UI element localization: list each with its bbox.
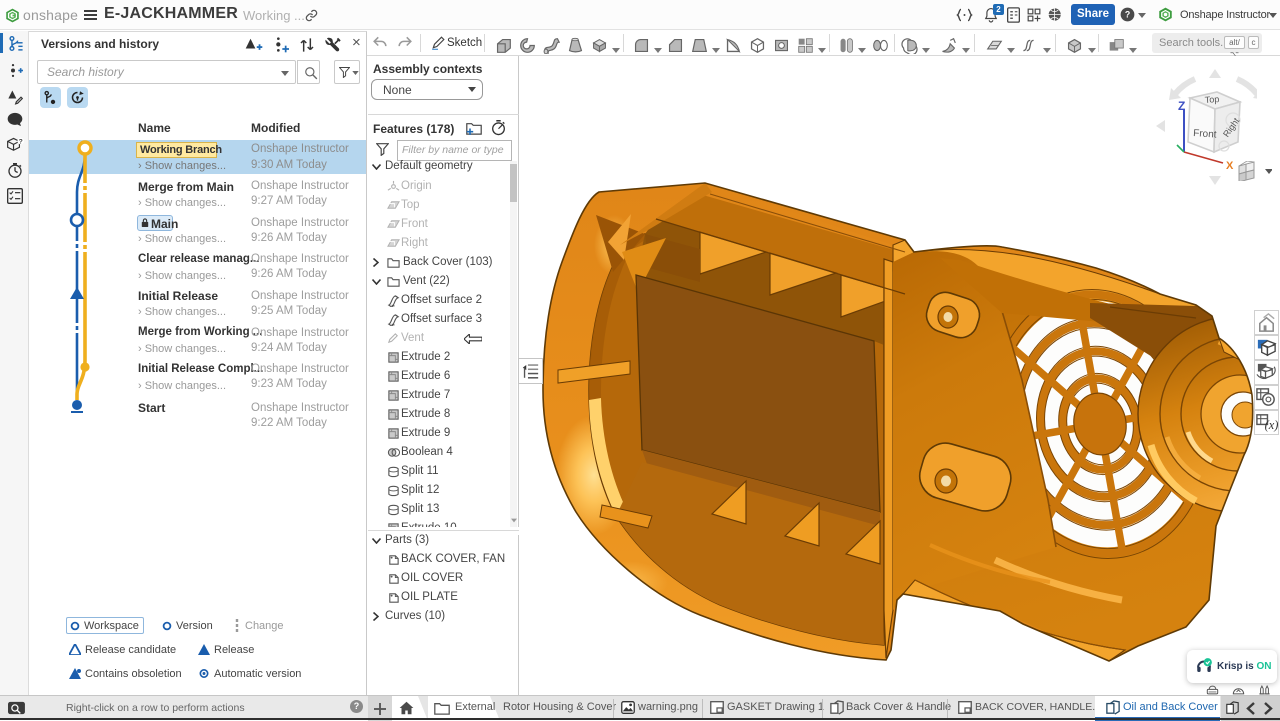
- svg-text:Top: Top: [1204, 94, 1219, 105]
- svg-text:(x): (x): [1265, 418, 1278, 432]
- svg-text:Front: Front: [1193, 128, 1217, 141]
- svg-text:?: ?: [1125, 10, 1130, 20]
- svg-text:X: X: [1226, 160, 1234, 172]
- svg-text:?: ?: [19, 138, 23, 145]
- svg-text:Z: Z: [1178, 99, 1185, 113]
